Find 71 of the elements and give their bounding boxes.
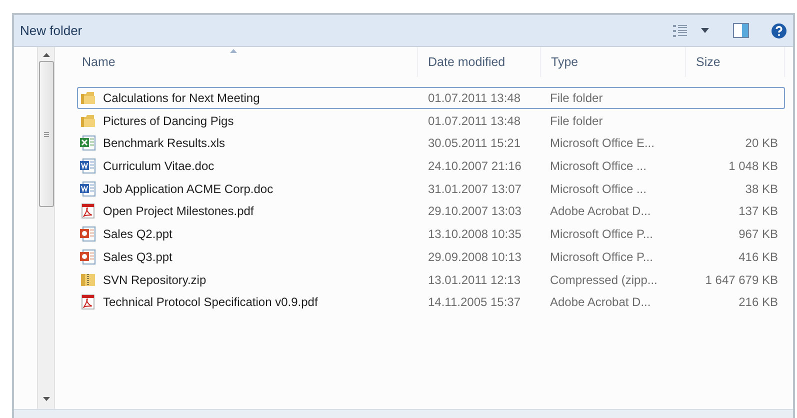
file-type: Microsoft Office P... [550,227,653,242]
file-size: 416 KB [738,250,778,264]
preview-pane-icon[interactable] [733,23,749,38]
column-header[interactable]: Date modified [428,55,506,69]
file-type: Adobe Acrobat D... [550,204,651,218]
presentation-icon [80,248,96,265]
date-modified: 29.10.2007 13:03 [428,204,522,218]
column-header[interactable]: Size [696,55,720,69]
file-name: Open Project Milestones.pdf [103,204,254,218]
file-row[interactable]: Open Project Milestones.pdf 29.10.2007 13:03 Adobe Acrobat D... 137 KB [77,200,785,222]
folder-icon [80,112,96,129]
file-name: Benchmark Results.xls [103,136,226,150]
help-icon[interactable] [771,22,787,38]
scroll-thumb[interactable] [38,61,54,207]
file-size: 967 KB [738,227,778,242]
file-name: Technical Protocol Specification v0.9.pdf [103,295,318,310]
date-modified: 31.01.2007 13:07 [428,182,522,196]
file-type: Adobe Acrobat D... [550,295,651,310]
file-size: 1 647 679 KB [705,272,778,286]
file-name: SVN Repository.zip [103,272,206,286]
file-row[interactable]: Sales Q3.ppt 29.09.2008 10:13 Microsoft Office P... 416 KB [77,246,785,268]
file-name: Sales Q2.ppt [103,227,172,242]
spreadsheet-icon [80,135,96,152]
file-size: 1 048 KB [728,159,778,174]
file-row[interactable]: Technical Protocol Specification v0.9.pdf 14.11.2005 15:37 Adobe Acrobat D... 216 KB [77,291,785,314]
file-size: 38 KB [745,182,778,196]
file-row[interactable]: SVN Repository.zip 13.01.2011 12:13 Compressed (zipp... 1 647 679 KB [77,268,785,290]
pdf-icon [80,294,96,310]
folder-icon [80,90,96,106]
file-name: Calculations for Next Meeting [103,91,260,105]
file-row[interactable]: Pictures of Dancing Pigs 01.07.2011 13:48 File folder [77,110,785,132]
file-name: Pictures of Dancing Pigs [103,114,234,128]
file-row[interactable]: Job Application ACME Corp.doc 31.01.2007 13:07 Microsoft Office ... 38 KB [77,178,785,200]
file-type: File folder [550,114,603,128]
file-type: Microsoft Office ... [550,182,646,196]
date-modified: 14.11.2005 15:37 [428,295,521,310]
date-modified: 01.07.2011 13:48 [428,114,521,128]
scroll-down-icon[interactable] [42,397,50,401]
date-modified: 01.07.2011 13:48 [428,91,521,105]
scroll-up-icon[interactable] [42,53,50,57]
file-type: Compressed (zipp... [550,272,658,286]
document-icon [80,180,96,197]
window-title: New folder [20,23,84,38]
date-modified: 24.10.2007 21:16 [428,159,522,174]
presentation-icon [80,226,96,242]
file-type: Microsoft Office E... [550,136,654,150]
sort-arrow-icon [230,49,237,53]
dropdown-caret-icon[interactable] [701,28,709,33]
zip-folder-icon [80,272,96,288]
scrollbar[interactable] [37,47,55,409]
date-modified: 13.01.2011 12:13 [428,272,521,286]
date-modified: 13.10.2008 10:35 [428,227,522,242]
date-modified: 29.09.2008 10:13 [428,250,522,264]
file-name: Sales Q3.ppt [103,250,172,264]
file-name: Curriculum Vitae.doc [103,159,214,174]
file-size: 137 KB [738,204,778,218]
file-type: Microsoft Office P... [550,250,653,264]
file-size: 216 KB [738,295,778,310]
file-size: 20 KB [745,136,778,150]
document-icon [80,158,96,174]
pdf-icon [80,203,96,220]
file-row[interactable]: Calculations for Next Meeting 01.07.2011 13:48 File folder [77,87,785,109]
column-header[interactable]: Name [82,55,116,69]
file-type: File folder [550,91,603,105]
file-type: Microsoft Office ... [550,159,646,174]
file-name: Job Application ACME Corp.doc [103,182,274,196]
column-header[interactable]: Type [551,55,578,69]
date-modified: 30.05.2011 15:21 [428,136,521,150]
file-row[interactable]: Curriculum Vitae.doc 24.10.2007 21:16 Microsoft Office ... 1 048 KB [77,155,785,178]
file-row[interactable]: Sales Q2.ppt 13.10.2008 10:35 Microsoft Office P... 967 KB [77,223,785,246]
file-row[interactable]: Benchmark Results.xls 30.05.2011 15:21 Microsoft Office E... 20 KB [77,132,785,154]
